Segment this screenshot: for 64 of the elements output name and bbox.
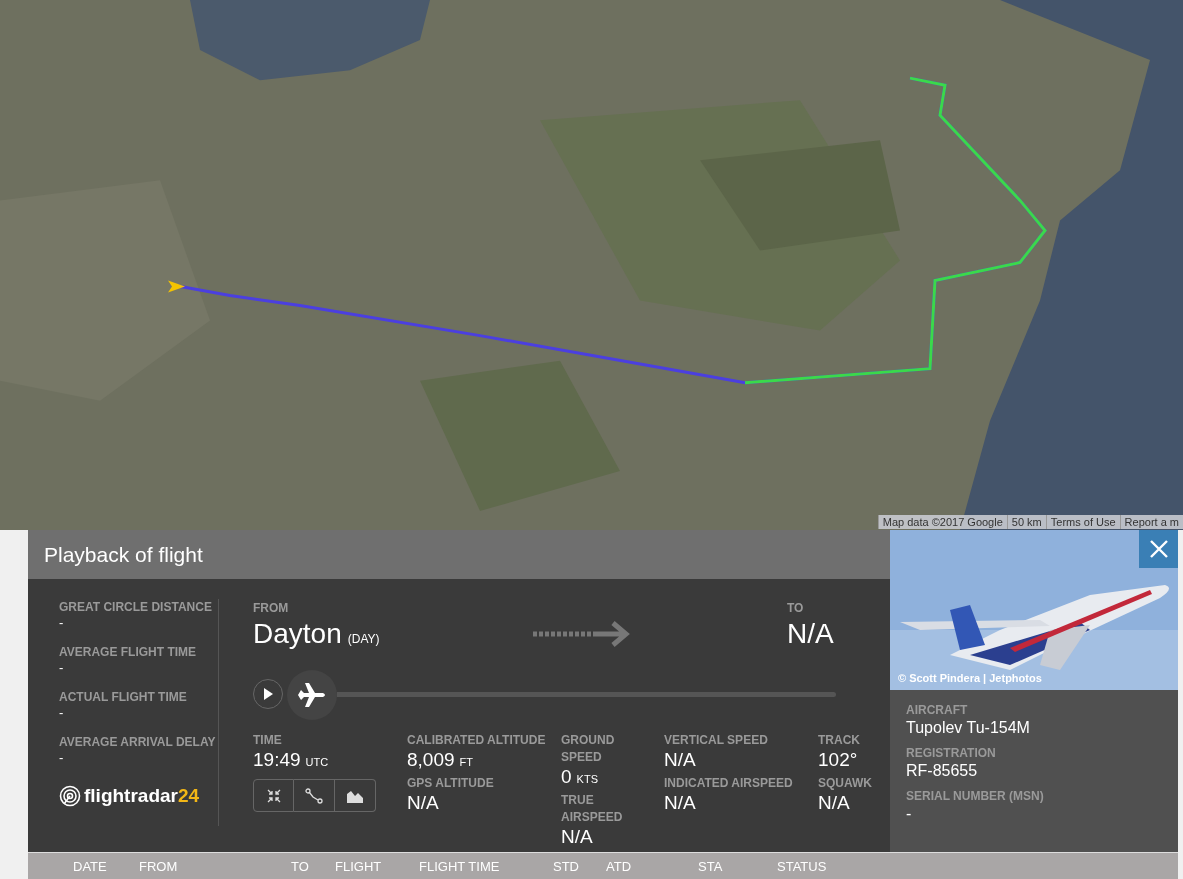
column-header: FROM xyxy=(139,859,178,874)
map-tool-button[interactable] xyxy=(253,779,294,812)
area-chart-icon xyxy=(346,788,364,803)
detail-label: REGISTRATION xyxy=(906,746,996,761)
stat-label: AVERAGE FLIGHT TIME xyxy=(59,644,198,660)
column-header: TO xyxy=(291,859,309,874)
stat-label: CALIBRATED ALTITUDE xyxy=(407,732,547,749)
stat-value: N/A xyxy=(818,792,850,814)
stat-value: N/A xyxy=(407,792,439,814)
unit-label: UTC xyxy=(305,755,329,770)
stat-value: 102° xyxy=(818,749,858,771)
stat-value: 0 xyxy=(561,766,572,788)
stat-value: - xyxy=(59,615,64,631)
detail-label: SERIAL NUMBER (MSN) xyxy=(906,789,1044,804)
stat-label: GROUND SPEED xyxy=(561,732,616,766)
column-header: STATUS xyxy=(777,859,827,874)
from-label: FROM xyxy=(253,600,289,617)
playback-handle[interactable] xyxy=(287,669,337,720)
play-icon xyxy=(263,688,273,700)
stat-value: 19:49 xyxy=(253,749,301,771)
stat-value: - xyxy=(59,750,64,766)
stat-label: ACTUAL FLIGHT TIME xyxy=(59,689,188,705)
stat-value: N/A xyxy=(561,826,593,848)
stat-label: GPS ALTITUDE xyxy=(407,775,495,792)
stat-label: GREAT CIRCLE DISTANCE xyxy=(59,599,213,615)
stat-label: TIME xyxy=(253,732,283,749)
plane-icon xyxy=(297,681,327,708)
detail-value: - xyxy=(906,804,912,824)
origin-city: Dayton xyxy=(253,617,342,651)
collapse-icon xyxy=(265,787,282,804)
close-icon xyxy=(1148,539,1169,559)
detail-value: Tupolev Tu-154M xyxy=(906,718,1030,738)
column-header: DATE xyxy=(73,859,107,874)
map-tool-button[interactable] xyxy=(294,779,335,812)
route-icon xyxy=(305,787,323,804)
to-label: TO xyxy=(787,600,804,617)
column-header: FLIGHT xyxy=(335,859,382,874)
flightradar24-logo: flightradar24 xyxy=(59,782,200,811)
stat-value: - xyxy=(59,705,64,721)
map-tool-button[interactable] xyxy=(335,779,376,812)
column-header: FLIGHT TIME xyxy=(419,859,500,874)
stat-label: SQUAWK xyxy=(818,775,873,792)
detail-value: RF-85655 xyxy=(906,761,978,781)
stat-label: TRACK xyxy=(818,732,861,749)
close-button[interactable] xyxy=(1139,530,1178,568)
panel-title: Playback of flight xyxy=(44,541,203,568)
stat-label: TRUE AIRSPEED xyxy=(561,792,624,826)
column-header: STA xyxy=(698,859,723,874)
unit-label: FT xyxy=(459,755,473,770)
origin-code: (DAY) xyxy=(347,631,380,648)
stat-value: - xyxy=(59,660,64,676)
stat-label: VERTICAL SPEED xyxy=(664,732,769,749)
unit-label: KTS xyxy=(576,772,598,787)
stat-label: INDICATED AIRSPEED xyxy=(664,775,794,792)
photo-credit: © Scott Pindera | Jetphotos xyxy=(898,670,1042,686)
stat-value: N/A xyxy=(664,749,696,771)
column-header: STD xyxy=(553,859,579,874)
destination-city: N/A xyxy=(787,617,834,651)
column-header: ATD xyxy=(606,859,632,874)
arrow-icon xyxy=(533,621,631,647)
stat-value: N/A xyxy=(664,792,696,814)
stat-value: 8,009 xyxy=(407,749,455,771)
detail-label: AIRCRAFT xyxy=(906,703,968,718)
stat-label: AVERAGE ARRIVAL DELAY xyxy=(59,734,217,750)
